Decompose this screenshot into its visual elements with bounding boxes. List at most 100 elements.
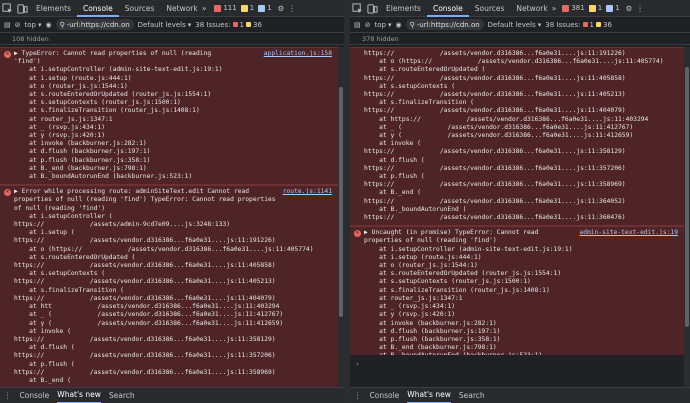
tab-network[interactable]: Network — [510, 0, 553, 17]
more-tabs-icon[interactable]: » — [552, 4, 557, 13]
tab-elements[interactable]: Elements — [30, 0, 77, 17]
context-label: top — [24, 20, 36, 29]
filter-input[interactable]: ⚲ -url:https://cdn.on — [55, 19, 134, 30]
stack-line: at B._boundAutorunEnd (backburner.js:523… — [14, 173, 193, 181]
stack-line: at B._boundAutorunEnd (backburner.js:523… — [364, 352, 680, 355]
filter-input[interactable]: ⚲ -url:https://cdn.on — [405, 19, 484, 30]
sidebar-toggle-icon[interactable]: ▤ — [4, 21, 11, 29]
stack-line: at o (https:// /assets/vendor.d316386...… — [14, 245, 314, 253]
context-selector[interactable]: top ▾ — [375, 21, 392, 29]
issue-warning-icon — [246, 22, 252, 27]
stack-line: at o (https:// /assets/vendor.d316386...… — [364, 58, 664, 66]
stack-line: at s.finalizeTransition ( — [14, 286, 124, 294]
drawer-tab-search[interactable]: Search — [109, 391, 135, 400]
scrollbar-thumb[interactable] — [339, 87, 343, 317]
stack-line: at s.setupContexts ( — [364, 82, 455, 90]
warning-icon — [588, 4, 596, 12]
error-count-badge[interactable]: 111 — [214, 4, 237, 12]
live-expression-eye-icon[interactable]: ◉ — [396, 21, 402, 29]
stack-line: at s.finalizeTransition (router_js.js:14… — [364, 286, 550, 294]
stack-line: at router_js.js:1347:1 — [364, 294, 463, 302]
warning-count-badge[interactable]: 1 — [588, 4, 603, 12]
stack-line: https:// /assets/vendor.d316386...f6a0e3… — [364, 50, 626, 57]
error-message[interactable]: × application.js:158 ▶ TypeError: Cannot r… — [0, 47, 338, 186]
more-options-icon[interactable]: ⋮ — [288, 4, 296, 13]
clear-console-icon[interactable]: ⊘ — [15, 21, 21, 29]
issue-error-icon — [232, 22, 238, 27]
error-message[interactable]: × admin-site-text-edit.js:19 ▶ Uncaught (i… — [350, 226, 684, 355]
devtools-tabbar: Elements Console Sources Network » 111 1… — [0, 0, 344, 17]
error-circle-icon: × — [354, 230, 361, 238]
stack-line: at B._end (backburner.js:798:1) — [364, 344, 497, 352]
sidebar-toggle-icon[interactable]: ▤ — [354, 21, 361, 29]
info-count-badge[interactable]: 1 — [606, 4, 620, 12]
source-link[interactable]: application.js:158 — [264, 50, 332, 58]
issue-warning-count: 36 — [603, 20, 612, 29]
live-expression-eye-icon[interactable]: ◉ — [46, 21, 52, 29]
inspect-icon[interactable] — [352, 2, 363, 14]
prompt-caret: › — [356, 360, 359, 368]
console-prompt[interactable]: › — [350, 360, 684, 372]
tab-console[interactable]: Console — [426, 0, 469, 17]
tab-sources[interactable]: Sources — [119, 0, 161, 17]
drawer-tab-console[interactable]: Console — [370, 391, 400, 400]
source-link[interactable]: route.js:1141 — [283, 188, 332, 196]
drawer-menu-icon[interactable]: ⋮ — [4, 391, 12, 400]
stack-line: https:// /assets/vendor.d316386...f6a0e3… — [364, 214, 626, 222]
filter-icon: ⚲ — [409, 20, 415, 29]
scrollbar[interactable] — [684, 47, 690, 387]
issues-link[interactable]: 38 Issues: 1 36 — [195, 21, 262, 29]
stack-line: properties of null (reading 'find') Type… — [14, 196, 276, 204]
stack-line: properties of null (reading 'find') — [364, 237, 497, 245]
stack-line: https:// /assets/vendor.d316386...f6a0e3… — [364, 164, 626, 172]
drawer-tab-whats-new[interactable]: What's new — [407, 388, 451, 403]
stack-line: at p.flush ( — [14, 360, 75, 368]
drawer-menu-icon[interactable]: ⋮ — [354, 391, 362, 400]
error-message[interactable]: × route.js:1141 ▶ Error while processing r… — [0, 185, 338, 387]
warning-count: 1 — [249, 4, 255, 12]
stack-line: https:// /assets/vendor.d316386...f6a0e3… — [364, 197, 626, 205]
stack-line: of null (reading 'find') — [14, 204, 105, 212]
warning-count-badge[interactable]: 1 — [240, 4, 255, 12]
tab-sources[interactable]: Sources — [469, 0, 511, 17]
drawer-tab-whats-new[interactable]: What's new — [57, 388, 101, 403]
clear-console-icon[interactable]: ⊘ — [365, 21, 371, 29]
context-selector[interactable]: top ▾ — [25, 21, 42, 29]
log-levels-dropdown[interactable]: Default levels ▾ — [138, 21, 192, 29]
scrollbar-thumb[interactable] — [685, 67, 689, 327]
drawer-tab-console[interactable]: Console — [20, 391, 50, 400]
stack-line: at o (router_js.js:1544:1) — [14, 82, 128, 90]
tab-console[interactable]: Console — [76, 0, 119, 17]
drawer-tab-search[interactable]: Search — [459, 391, 485, 400]
more-tabs-icon[interactable]: » — [202, 4, 207, 13]
error-message[interactable]: https:// /assets/vendor.d316386...f6a0e3… — [350, 47, 684, 227]
tab-elements[interactable]: Elements — [380, 0, 427, 17]
log-levels-dropdown[interactable]: Default levels ▾ — [488, 21, 542, 29]
tab-network[interactable]: Network — [160, 0, 203, 17]
device-toggle-icon[interactable] — [17, 3, 28, 14]
source-link[interactable]: admin-site-text-edit.js:19 — [579, 229, 678, 237]
more-options-icon[interactable]: ⋮ — [636, 4, 644, 13]
devtools-tabbar: Elements Console Sources Network » 381 1… — [350, 0, 690, 17]
stack-line: at s.finalizeTransition ( — [364, 99, 474, 107]
stack-line: at invoke (backburner.js:282:1) — [364, 319, 497, 327]
settings-gear-icon[interactable]: ⚙ — [626, 4, 633, 13]
stack-line: https:// /assets/vendor.d316386...f6a0e3… — [14, 278, 276, 286]
issues-link[interactable]: 38 Issues: 1 36 — [545, 21, 612, 29]
stack-line: at y ( /assets/vendor.d316386...f6a0e31.… — [14, 319, 284, 327]
info-count-badge[interactable]: 1 — [258, 4, 272, 12]
stack-line: at p.flush (backburner.js:358:1) — [14, 156, 151, 164]
settings-gear-icon[interactable]: ⚙ — [278, 4, 285, 13]
stack-line: at y ( /assets/vendor.d316386...f6a0e31.… — [364, 132, 634, 140]
device-toggle-icon[interactable] — [367, 3, 378, 14]
error-circle-icon: × — [4, 51, 11, 58]
stack-line: https:// /assets/vendor.d316386...f6a0e3… — [364, 91, 626, 99]
chevron-down-icon: ▾ — [37, 20, 42, 29]
error-count-badge[interactable]: 381 — [562, 4, 585, 12]
stack-line: at y (rsvp.js:420:1) — [14, 132, 105, 140]
stack-line: at B._end (backburner.js:798:1) — [14, 164, 147, 172]
warning-count: 1 — [597, 4, 603, 12]
inspect-icon[interactable] — [2, 2, 13, 14]
hidden-messages-count: 378 hidden — [350, 33, 690, 45]
issue-warning-count: 36 — [253, 20, 262, 29]
